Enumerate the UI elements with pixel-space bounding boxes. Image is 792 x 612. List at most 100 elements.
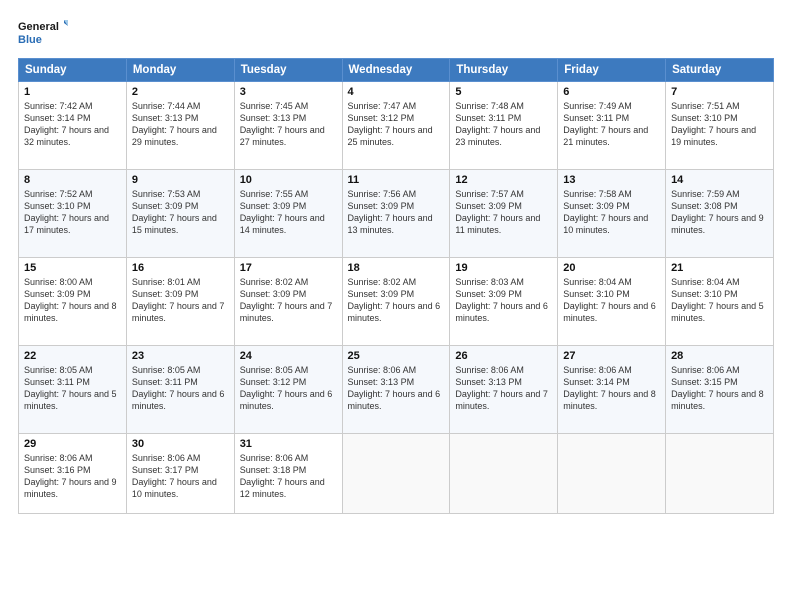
- calendar-header-wednesday: Wednesday: [342, 59, 450, 82]
- cell-sun-info: Sunrise: 8:05 AM Sunset: 3:12 PM Dayligh…: [240, 364, 337, 413]
- cell-sun-info: Sunrise: 8:04 AM Sunset: 3:10 PM Dayligh…: [671, 276, 768, 325]
- cell-sun-info: Sunrise: 7:44 AM Sunset: 3:13 PM Dayligh…: [132, 100, 229, 149]
- cell-sun-info: Sunrise: 8:02 AM Sunset: 3:09 PM Dayligh…: [348, 276, 445, 325]
- calendar-cell: 11 Sunrise: 7:56 AM Sunset: 3:09 PM Dayli…: [342, 170, 450, 258]
- calendar-week-5: 29Sunrise: 8:06 AM Sunset: 3:16 PM Dayli…: [19, 434, 774, 514]
- calendar-cell: 9 Sunrise: 7:53 AM Sunset: 3:09 PM Daylig…: [126, 170, 234, 258]
- calendar-cell: 30Sunrise: 8:06 AM Sunset: 3:17 PM Dayli…: [126, 434, 234, 514]
- calendar-cell: 21 Sunrise: 8:04 AM Sunset: 3:10 PM Dayli…: [666, 258, 774, 346]
- cell-sun-info: Sunrise: 8:03 AM Sunset: 3:09 PM Dayligh…: [455, 276, 552, 325]
- calendar-cell: 24 Sunrise: 8:05 AM Sunset: 3:12 PM Dayli…: [234, 346, 342, 434]
- calendar-header-tuesday: Tuesday: [234, 59, 342, 82]
- day-number: 13: [563, 174, 660, 186]
- cell-sun-info: Sunrise: 7:58 AM Sunset: 3:09 PM Dayligh…: [563, 188, 660, 237]
- calendar-body: 1 Sunrise: 7:42 AM Sunset: 3:14 PM Daylig…: [19, 82, 774, 514]
- day-number: 8: [24, 174, 121, 186]
- day-number: 7: [671, 86, 768, 98]
- day-number: 5: [455, 86, 552, 98]
- calendar-cell: 18 Sunrise: 8:02 AM Sunset: 3:09 PM Dayli…: [342, 258, 450, 346]
- cell-sun-info: Sunrise: 8:05 AM Sunset: 3:11 PM Dayligh…: [132, 364, 229, 413]
- calendar-cell: 23 Sunrise: 8:05 AM Sunset: 3:11 PM Dayli…: [126, 346, 234, 434]
- cell-sun-info: Sunrise: 8:01 AM Sunset: 3:09 PM Dayligh…: [132, 276, 229, 325]
- logo-svg: General Blue: [18, 18, 68, 48]
- calendar-cell: 6Sunrise: 7:49 AM Sunset: 3:11 PM Daylig…: [558, 82, 666, 170]
- day-number: 10: [240, 174, 337, 186]
- cell-sun-info: Sunrise: 8:06 AM Sunset: 3:17 PM Dayligh…: [132, 452, 229, 501]
- day-number: 2: [132, 86, 229, 98]
- day-number: 18: [348, 262, 445, 274]
- cell-sun-info: Sunrise: 8:00 AM Sunset: 3:09 PM Dayligh…: [24, 276, 121, 325]
- calendar-cell: 16Sunrise: 8:01 AM Sunset: 3:09 PM Dayli…: [126, 258, 234, 346]
- day-number: 11: [348, 174, 445, 186]
- calendar-cell: 8Sunrise: 7:52 AM Sunset: 3:10 PM Daylig…: [19, 170, 127, 258]
- cell-sun-info: Sunrise: 8:04 AM Sunset: 3:10 PM Dayligh…: [563, 276, 660, 325]
- cell-sun-info: Sunrise: 8:06 AM Sunset: 3:18 PM Dayligh…: [240, 452, 337, 501]
- cell-sun-info: Sunrise: 7:57 AM Sunset: 3:09 PM Dayligh…: [455, 188, 552, 237]
- calendar-cell: 28 Sunrise: 8:06 AM Sunset: 3:15 PM Dayli…: [666, 346, 774, 434]
- calendar-header-monday: Monday: [126, 59, 234, 82]
- day-number: 1: [24, 86, 121, 98]
- cell-sun-info: Sunrise: 7:42 AM Sunset: 3:14 PM Dayligh…: [24, 100, 121, 149]
- cell-sun-info: Sunrise: 7:45 AM Sunset: 3:13 PM Dayligh…: [240, 100, 337, 149]
- calendar-cell: 31 Sunrise: 8:06 AM Sunset: 3:18 PM Dayli…: [234, 434, 342, 514]
- cell-sun-info: Sunrise: 8:06 AM Sunset: 3:13 PM Dayligh…: [455, 364, 552, 413]
- calendar-cell: [558, 434, 666, 514]
- calendar-week-3: 15 Sunrise: 8:00 AM Sunset: 3:09 PM Dayli…: [19, 258, 774, 346]
- day-number: 9: [132, 174, 229, 186]
- svg-text:Blue: Blue: [18, 34, 42, 46]
- page: General Blue SundayMondayTuesdayWednesda…: [0, 0, 792, 612]
- day-number: 27: [563, 350, 660, 362]
- cell-sun-info: Sunrise: 7:53 AM Sunset: 3:09 PM Dayligh…: [132, 188, 229, 237]
- svg-text:General: General: [18, 21, 59, 33]
- day-number: 4: [348, 86, 445, 98]
- cell-sun-info: Sunrise: 8:06 AM Sunset: 3:13 PM Dayligh…: [348, 364, 445, 413]
- calendar-cell: 19 Sunrise: 8:03 AM Sunset: 3:09 PM Dayli…: [450, 258, 558, 346]
- calendar-cell: 3Sunrise: 7:45 AM Sunset: 3:13 PM Daylig…: [234, 82, 342, 170]
- day-number: 15: [24, 262, 121, 274]
- calendar-cell: 12 Sunrise: 7:57 AM Sunset: 3:09 PM Dayli…: [450, 170, 558, 258]
- calendar-cell: 25 Sunrise: 8:06 AM Sunset: 3:13 PM Dayli…: [342, 346, 450, 434]
- calendar-header-saturday: Saturday: [666, 59, 774, 82]
- calendar-cell: [450, 434, 558, 514]
- cell-sun-info: Sunrise: 7:48 AM Sunset: 3:11 PM Dayligh…: [455, 100, 552, 149]
- day-number: 22: [24, 350, 121, 362]
- day-number: 26: [455, 350, 552, 362]
- cell-sun-info: Sunrise: 8:02 AM Sunset: 3:09 PM Dayligh…: [240, 276, 337, 325]
- logo: General Blue: [18, 18, 68, 48]
- calendar-week-4: 22 Sunrise: 8:05 AM Sunset: 3:11 PM Dayli…: [19, 346, 774, 434]
- cell-sun-info: Sunrise: 8:06 AM Sunset: 3:15 PM Dayligh…: [671, 364, 768, 413]
- cell-sun-info: Sunrise: 7:47 AM Sunset: 3:12 PM Dayligh…: [348, 100, 445, 149]
- calendar-cell: 13 Sunrise: 7:58 AM Sunset: 3:09 PM Dayli…: [558, 170, 666, 258]
- calendar-cell: 4 Sunrise: 7:47 AM Sunset: 3:12 PM Daylig…: [342, 82, 450, 170]
- calendar-header-sunday: Sunday: [19, 59, 127, 82]
- day-number: 23: [132, 350, 229, 362]
- cell-sun-info: Sunrise: 8:06 AM Sunset: 3:16 PM Dayligh…: [24, 452, 121, 501]
- calendar-cell: 20 Sunrise: 8:04 AM Sunset: 3:10 PM Dayli…: [558, 258, 666, 346]
- calendar-cell: 14 Sunrise: 7:59 AM Sunset: 3:08 PM Dayli…: [666, 170, 774, 258]
- calendar-cell: 26 Sunrise: 8:06 AM Sunset: 3:13 PM Dayli…: [450, 346, 558, 434]
- calendar-week-2: 8Sunrise: 7:52 AM Sunset: 3:10 PM Daylig…: [19, 170, 774, 258]
- cell-sun-info: Sunrise: 7:56 AM Sunset: 3:09 PM Dayligh…: [348, 188, 445, 237]
- calendar-cell: 29Sunrise: 8:06 AM Sunset: 3:16 PM Dayli…: [19, 434, 127, 514]
- calendar-header-row: SundayMondayTuesdayWednesdayThursdayFrid…: [19, 59, 774, 82]
- cell-sun-info: Sunrise: 8:06 AM Sunset: 3:14 PM Dayligh…: [563, 364, 660, 413]
- day-number: 19: [455, 262, 552, 274]
- calendar-cell: [666, 434, 774, 514]
- header: General Blue: [18, 18, 774, 48]
- day-number: 12: [455, 174, 552, 186]
- day-number: 28: [671, 350, 768, 362]
- calendar-cell: 22Sunrise: 8:05 AM Sunset: 3:11 PM Dayli…: [19, 346, 127, 434]
- day-number: 24: [240, 350, 337, 362]
- cell-sun-info: Sunrise: 7:59 AM Sunset: 3:08 PM Dayligh…: [671, 188, 768, 237]
- calendar-cell: 10Sunrise: 7:55 AM Sunset: 3:09 PM Dayli…: [234, 170, 342, 258]
- day-number: 20: [563, 262, 660, 274]
- day-number: 14: [671, 174, 768, 186]
- day-number: 21: [671, 262, 768, 274]
- calendar-header-thursday: Thursday: [450, 59, 558, 82]
- calendar-cell: 2 Sunrise: 7:44 AM Sunset: 3:13 PM Daylig…: [126, 82, 234, 170]
- day-number: 31: [240, 438, 337, 450]
- calendar-cell: 27 Sunrise: 8:06 AM Sunset: 3:14 PM Dayli…: [558, 346, 666, 434]
- day-number: 17: [240, 262, 337, 274]
- day-number: 25: [348, 350, 445, 362]
- calendar-cell: 15 Sunrise: 8:00 AM Sunset: 3:09 PM Dayli…: [19, 258, 127, 346]
